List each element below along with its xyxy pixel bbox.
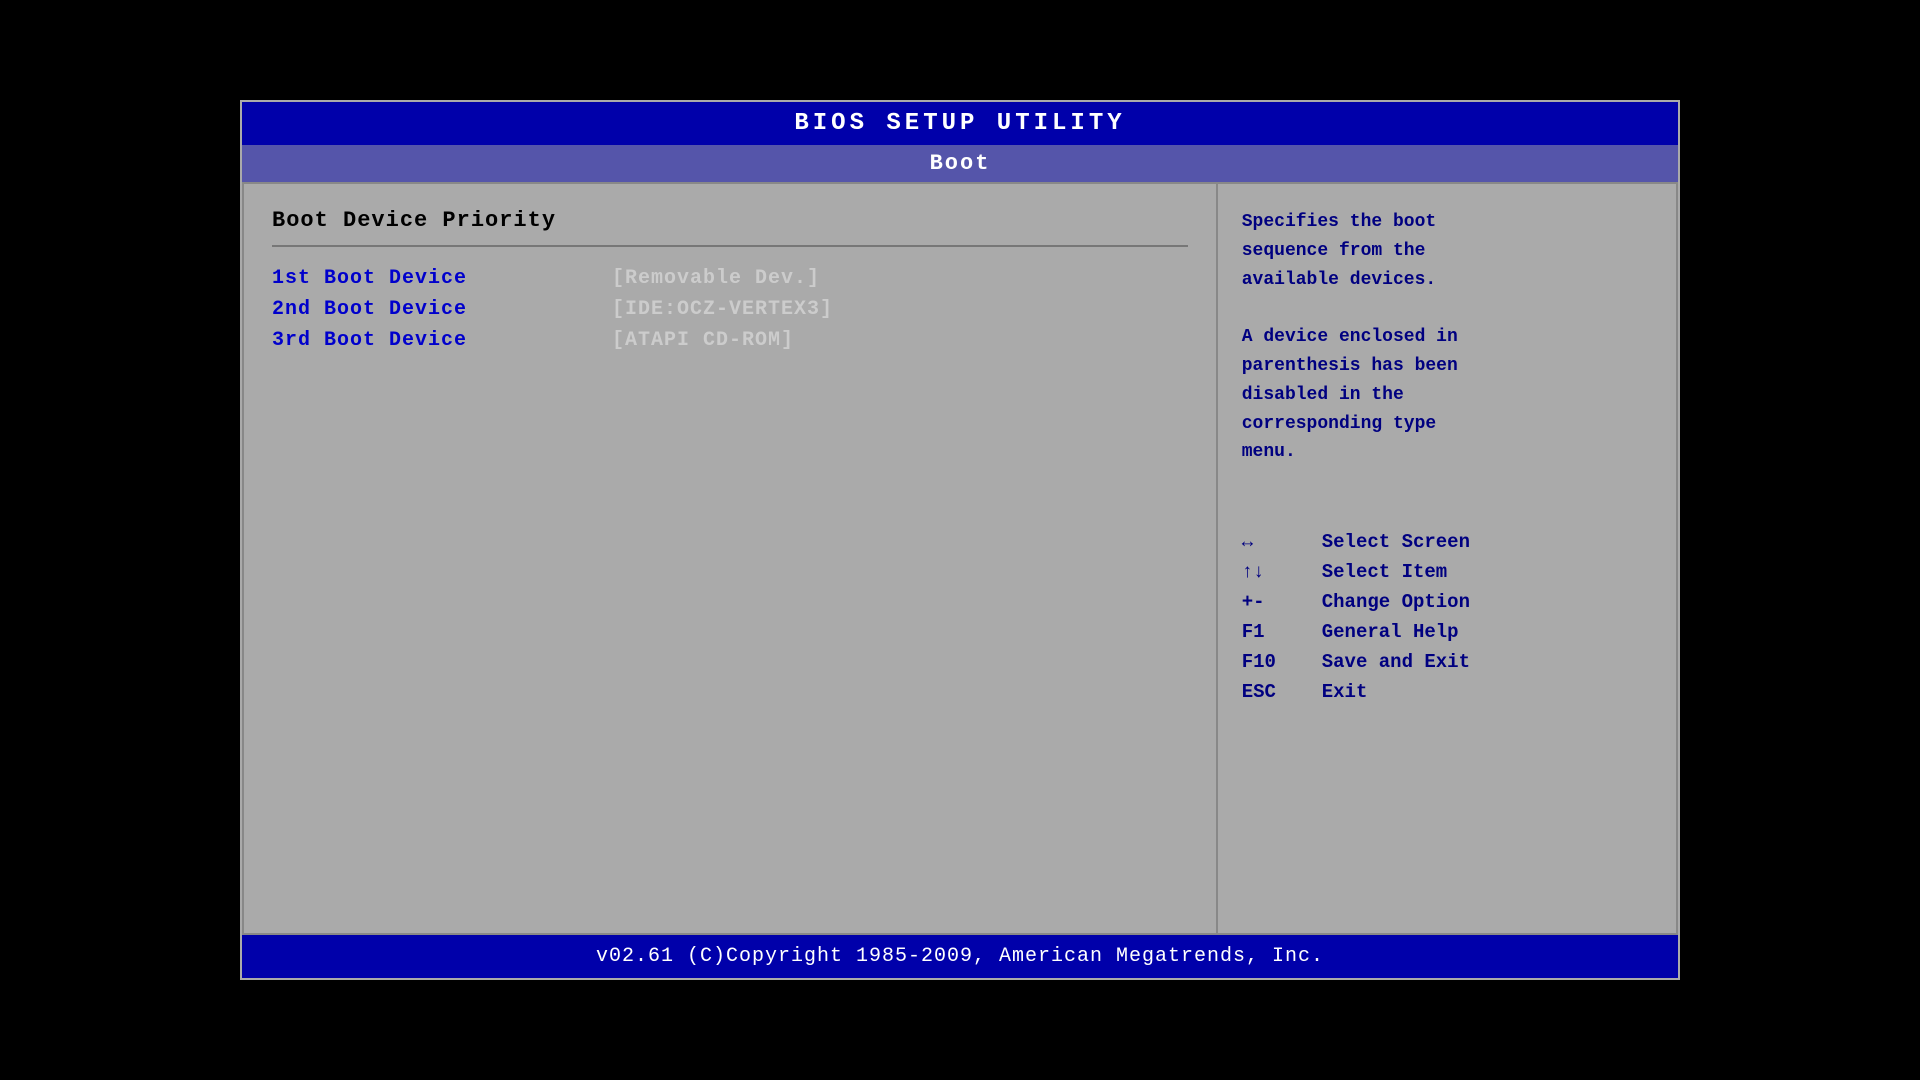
boot-item-1[interactable]: 1st Boot Device[Removable Dev.] (272, 267, 1188, 290)
key-row-1: ↑↓Select Item (1242, 561, 1652, 583)
main-content: Boot Device Priority 1st Boot Device[Rem… (242, 182, 1678, 935)
subtitle-bar: Boot (242, 145, 1678, 182)
key-row-0: ↔Select Screen (1242, 531, 1652, 553)
boot-item-value-2: [IDE:OCZ-VERTEX3] (612, 298, 833, 321)
help-line1: Specifies the boot (1242, 212, 1436, 232)
help-line5: A device enclosed in (1242, 327, 1458, 347)
boot-item-value-3: [ATAPI CD-ROM] (612, 329, 794, 352)
boot-item-2[interactable]: 2nd Boot Device[IDE:OCZ-VERTEX3] (272, 298, 1188, 321)
boot-item-label-1: 1st Boot Device (272, 267, 612, 290)
footer-text: v02.61 (C)Copyright 1985-2009, American … (596, 945, 1324, 968)
boot-item-label-3: 3rd Boot Device (272, 329, 612, 352)
left-panel: Boot Device Priority 1st Boot Device[Rem… (244, 184, 1218, 933)
help-line8: corresponding type (1242, 414, 1436, 434)
right-panel: Specifies the boot sequence from the ava… (1218, 184, 1676, 933)
key-symbol-5: ESC (1242, 681, 1322, 703)
section-title: Boot Device Priority (272, 208, 1188, 233)
help-line3: available devices. (1242, 270, 1436, 290)
key-description-5: Exit (1322, 681, 1368, 703)
bios-container: BIOS SETUP UTILITY Boot Boot Device Prio… (240, 100, 1680, 980)
subtitle-text: Boot (930, 151, 991, 176)
help-line7: disabled in the (1242, 385, 1404, 405)
right-panel-inner: Specifies the boot sequence from the ava… (1242, 208, 1652, 909)
divider (272, 245, 1188, 247)
key-row-2: +-Change Option (1242, 591, 1652, 613)
key-description-1: Select Item (1322, 561, 1447, 583)
key-description-0: Select Screen (1322, 531, 1470, 553)
key-bindings-container: ↔Select Screen↑↓Select Item+-Change Opti… (1242, 531, 1652, 703)
key-description-2: Change Option (1322, 591, 1470, 613)
key-description-4: Save and Exit (1322, 651, 1470, 673)
boot-item-value-1: [Removable Dev.] (612, 267, 820, 290)
key-row-5: ESCExit (1242, 681, 1652, 703)
help-line6: parenthesis has been (1242, 356, 1458, 376)
key-symbol-4: F10 (1242, 651, 1322, 673)
title-bar: BIOS SETUP UTILITY (242, 102, 1678, 145)
key-row-3: F1General Help (1242, 621, 1652, 643)
key-symbol-1: ↑↓ (1242, 561, 1322, 583)
help-line2: sequence from the (1242, 241, 1426, 261)
key-row-4: F10Save and Exit (1242, 651, 1652, 673)
boot-item-label-2: 2nd Boot Device (272, 298, 612, 321)
key-symbol-0: ↔ (1242, 531, 1322, 553)
title-text: BIOS SETUP UTILITY (794, 110, 1125, 137)
boot-item-3[interactable]: 3rd Boot Device[ATAPI CD-ROM] (272, 329, 1188, 352)
key-symbol-2: +- (1242, 591, 1322, 613)
boot-items-container: 1st Boot Device[Removable Dev.]2nd Boot … (272, 267, 1188, 352)
footer-bar: v02.61 (C)Copyright 1985-2009, American … (242, 935, 1678, 978)
key-symbol-3: F1 (1242, 621, 1322, 643)
help-text: Specifies the boot sequence from the ava… (1242, 208, 1652, 467)
key-bindings-section: ↔Select Screen↑↓Select Item+-Change Opti… (1242, 531, 1652, 711)
key-description-3: General Help (1322, 621, 1459, 643)
help-line9: menu. (1242, 442, 1296, 462)
